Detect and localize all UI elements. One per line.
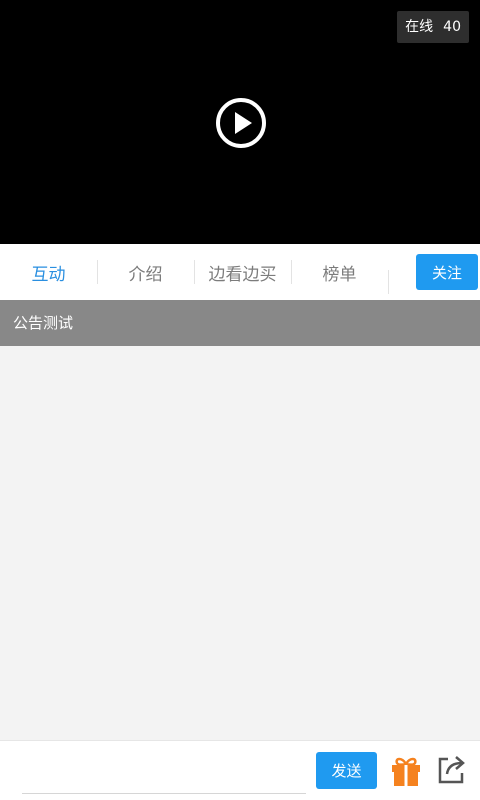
online-count: 40 (443, 19, 461, 35)
tab-leaderboard[interactable]: 榜单 (291, 244, 388, 300)
share-button[interactable] (436, 755, 466, 785)
gift-icon (392, 757, 420, 786)
tab-label: 介绍 (128, 264, 163, 285)
play-icon (216, 98, 266, 148)
tab-label: 边看边买 (208, 264, 277, 285)
tab-bar: 互动 介绍 边看边买 榜单 关注 (0, 244, 480, 300)
announcement-text: 公告测试 (13, 314, 74, 332)
tab-label: 榜单 (322, 264, 357, 285)
gift-button[interactable] (391, 755, 421, 787)
share-icon (438, 756, 465, 784)
tab-watch-and-buy[interactable]: 边看边买 (194, 244, 291, 300)
online-count-badge: 在线 40 (397, 11, 469, 43)
play-button[interactable] (215, 97, 267, 149)
send-button[interactable]: 发送 (316, 752, 377, 789)
tab-interaction[interactable]: 互动 (0, 244, 97, 300)
chat-area[interactable] (0, 346, 480, 740)
video-player[interactable]: 在线 40 (0, 0, 480, 244)
online-label: 在线 (405, 19, 434, 35)
follow-button[interactable]: 关注 (416, 254, 478, 290)
bottom-input-bar: 发送 (0, 740, 480, 800)
message-input[interactable] (22, 747, 306, 794)
tab-label: 互动 (31, 264, 66, 285)
announcement-bar: 公告测试 (0, 300, 480, 346)
follow-container: 关注 (388, 254, 480, 294)
tab-introduction[interactable]: 介绍 (97, 244, 194, 300)
